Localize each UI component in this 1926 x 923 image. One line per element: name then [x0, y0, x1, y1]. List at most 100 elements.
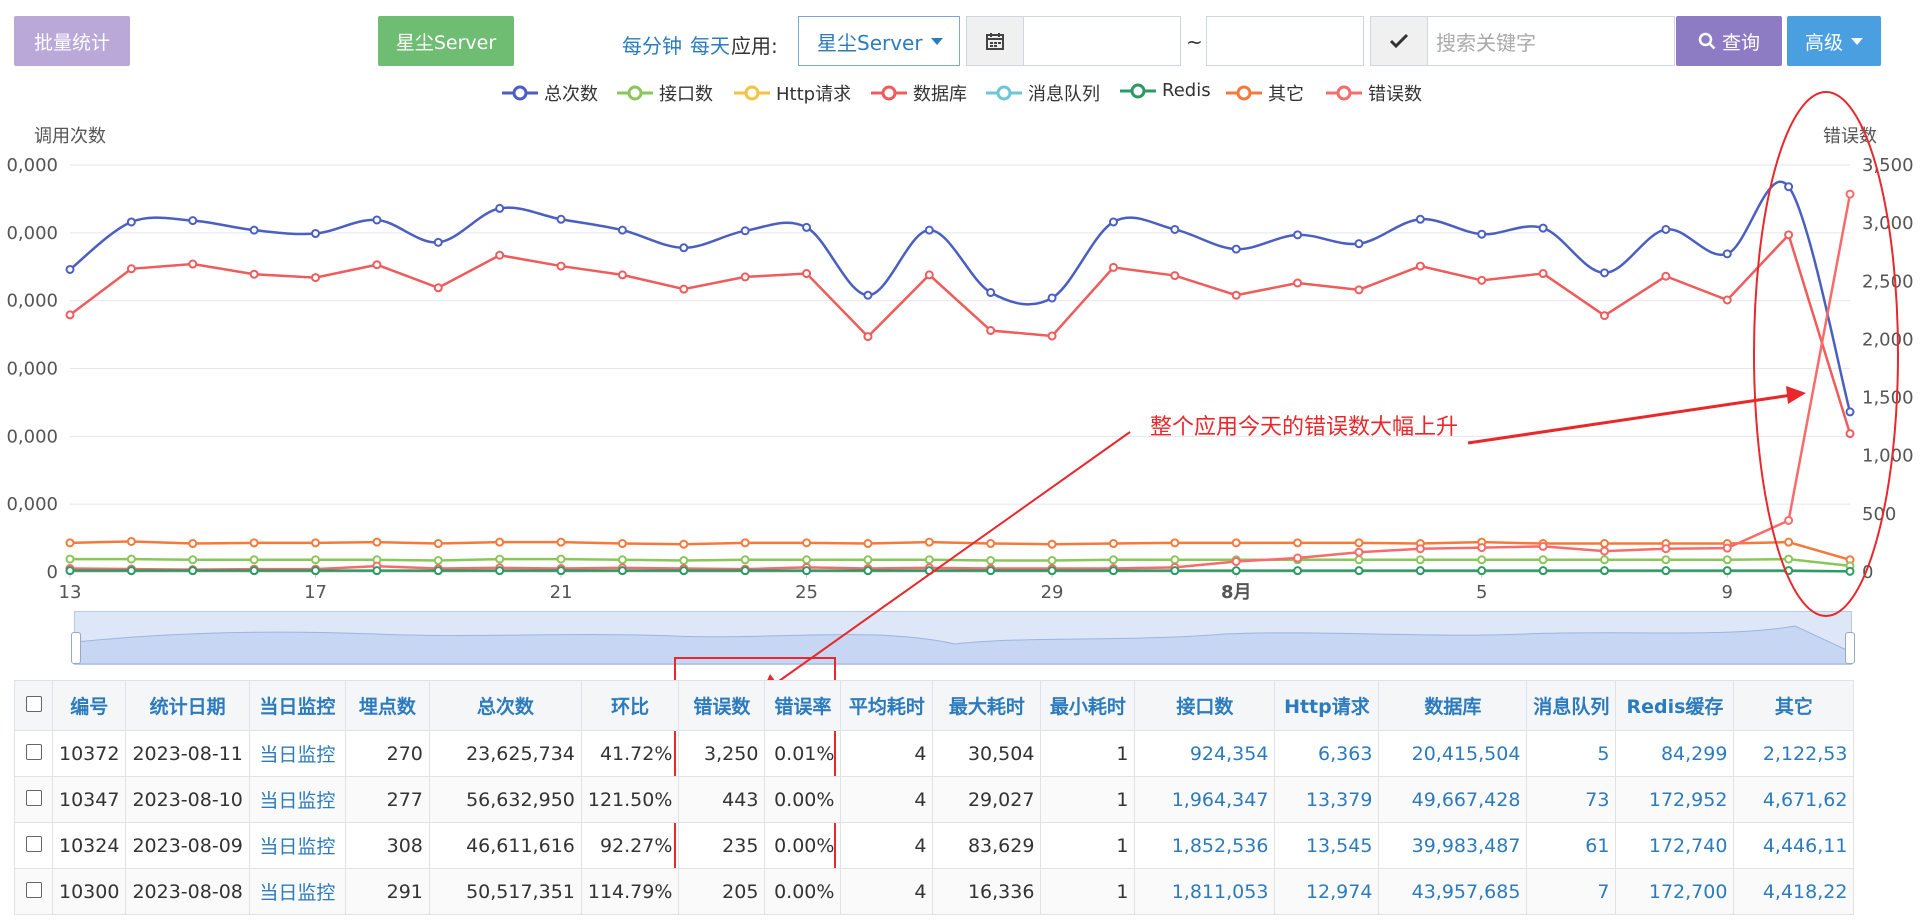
table-cell: 4 — [840, 776, 934, 823]
table-cell[interactable]: 2,122,53 — [1733, 730, 1855, 777]
table-header-cell[interactable]: 错误数 — [678, 680, 766, 731]
row-checkbox[interactable] — [25, 743, 42, 760]
select-all-checkbox[interactable] — [25, 695, 42, 712]
table-header-cell[interactable]: 总次数 — [428, 680, 582, 731]
table-cell: 10300 — [51, 868, 127, 915]
table-header-cell[interactable]: 消息队列 — [1526, 680, 1617, 731]
table-cell: 270 — [344, 730, 430, 777]
table-cell: 1 — [1040, 730, 1136, 777]
row-checkbox[interactable] — [25, 789, 42, 806]
table-header-cell[interactable]: Redis缓存 — [1615, 680, 1735, 731]
table-row: 10324 2023-08-09 当日监控 308 46,611,616 92.27% 23… — [14, 822, 1855, 869]
table-cell[interactable]: 13,545 — [1274, 822, 1380, 869]
table-header-cell[interactable]: 统计日期 — [125, 680, 250, 731]
table-cell[interactable]: 5 — [1526, 730, 1617, 777]
table-header-cell[interactable]: Http请求 — [1274, 680, 1380, 731]
table-cell[interactable]: 7 — [1526, 868, 1617, 915]
table-cell[interactable]: 84,299 — [1615, 730, 1735, 777]
table-cell: 291 — [344, 868, 430, 915]
table-cell: 2023-08-10 — [125, 776, 250, 823]
table-cell[interactable]: 4,446,11 — [1733, 822, 1855, 869]
table-header-cell[interactable]: 其它 — [1733, 680, 1855, 731]
table-cell[interactable]: 13,379 — [1274, 776, 1380, 823]
table-cell: 0.00% — [764, 776, 842, 823]
table-cell: 92.27% — [580, 822, 680, 869]
table-cell: 0.00% — [764, 822, 842, 869]
stats-table: 编号 统计日期 当日监控 埋点数 总次数 环比 错误数 错误率 平均耗时 最大耗… — [14, 680, 1855, 915]
table-cell[interactable]: 20,415,504 — [1378, 730, 1528, 777]
table-header-cell[interactable]: 最大耗时 — [932, 680, 1042, 731]
table-cell: 3,250 — [678, 730, 766, 777]
table-cell: 0.00% — [764, 868, 842, 915]
annotation-text: 整个应用今天的错误数大幅上升 — [1150, 415, 1458, 440]
table-header-cell[interactable]: 平均耗时 — [840, 680, 934, 731]
table-header-cell[interactable]: 埋点数 — [344, 680, 430, 731]
table-header-cell[interactable]: 数据库 — [1378, 680, 1528, 731]
table-cell[interactable]: 4,671,62 — [1733, 776, 1855, 823]
table-cell: 30,504 — [932, 730, 1042, 777]
annotation-ellipse — [1753, 91, 1899, 617]
table-cell[interactable]: 172,700 — [1615, 868, 1735, 915]
table-cell: 41.72% — [580, 730, 680, 777]
table-cell[interactable]: 49,667,428 — [1378, 776, 1528, 823]
monitor-link[interactable]: 当日监控 — [248, 730, 346, 777]
table-cell: 4 — [840, 868, 934, 915]
annotation-arrow-down — [771, 431, 1131, 687]
row-checkbox-cell[interactable] — [14, 822, 53, 869]
table-cell[interactable]: 1,852,536 — [1134, 822, 1276, 869]
table-cell: 308 — [344, 822, 430, 869]
table-cell: 235 — [678, 822, 766, 869]
table-header-cell[interactable]: 环比 — [580, 680, 680, 731]
table-cell[interactable]: 61 — [1526, 822, 1617, 869]
table-cell: 10347 — [51, 776, 127, 823]
table-cell[interactable]: 1,811,053 — [1134, 868, 1276, 915]
table-row: 10372 2023-08-11 当日监控 270 23,625,734 41.72% 3,… — [14, 730, 1855, 777]
table-cell: 46,611,616 — [428, 822, 582, 869]
row-checkbox-cell[interactable] — [14, 868, 53, 915]
table-header-cell[interactable]: 接口数 — [1134, 680, 1276, 731]
table-cell: 50,517,351 — [428, 868, 582, 915]
table-cell[interactable]: 43,957,685 — [1378, 868, 1528, 915]
table-header-cell[interactable]: 最小耗时 — [1040, 680, 1136, 731]
table-cell: 1 — [1040, 868, 1136, 915]
table-cell: 29,027 — [932, 776, 1042, 823]
table-cell[interactable]: 924,354 — [1134, 730, 1276, 777]
table-cell: 205 — [678, 868, 766, 915]
table-row: 10300 2023-08-08 当日监控 291 50,517,351 114.79% 2… — [14, 868, 1855, 915]
table-cell[interactable]: 1,964,347 — [1134, 776, 1276, 823]
table-cell[interactable]: 73 — [1526, 776, 1617, 823]
table-cell[interactable]: 4,418,22 — [1733, 868, 1855, 915]
row-checkbox[interactable] — [25, 835, 42, 852]
monitor-link[interactable]: 当日监控 — [248, 776, 346, 823]
table-cell: 56,632,950 — [428, 776, 582, 823]
table-header-row: 编号 统计日期 当日监控 埋点数 总次数 环比 错误数 错误率 平均耗时 最大耗… — [14, 680, 1855, 731]
table-cell: 121.50% — [580, 776, 680, 823]
table-cell: 1 — [1040, 822, 1136, 869]
table-cell: 0.01% — [764, 730, 842, 777]
table-cell: 10324 — [51, 822, 127, 869]
table-header-cell[interactable]: 错误率 — [764, 680, 842, 731]
table-header-cell[interactable]: 当日监控 — [248, 680, 346, 731]
row-checkbox-cell[interactable] — [14, 730, 53, 777]
monitor-link[interactable]: 当日监控 — [248, 822, 346, 869]
table-cell[interactable]: 39,983,487 — [1378, 822, 1528, 869]
table-cell[interactable]: 172,740 — [1615, 822, 1735, 869]
table-cell: 114.79% — [580, 868, 680, 915]
table-cell: 16,336 — [932, 868, 1042, 915]
table-cell: 2023-08-08 — [125, 868, 250, 915]
table-cell: 277 — [344, 776, 430, 823]
monitor-link[interactable]: 当日监控 — [248, 868, 346, 915]
table-cell[interactable]: 6,363 — [1274, 730, 1380, 777]
table-header-cell[interactable]: 编号 — [51, 680, 127, 731]
table-cell: 1 — [1040, 776, 1136, 823]
table-row: 10347 2023-08-10 当日监控 277 56,632,950 121.50% 4… — [14, 776, 1855, 823]
row-checkbox-cell[interactable] — [14, 776, 53, 823]
row-checkbox[interactable] — [25, 881, 42, 898]
table-cell: 2023-08-11 — [125, 730, 250, 777]
table-cell[interactable]: 12,974 — [1274, 868, 1380, 915]
arrowhead-right-icon — [1786, 386, 1806, 404]
annotation-arrow-right — [1467, 393, 1793, 445]
select-all-checkbox-cell[interactable] — [14, 680, 53, 731]
table-cell: 10372 — [51, 730, 127, 777]
table-cell[interactable]: 172,952 — [1615, 776, 1735, 823]
